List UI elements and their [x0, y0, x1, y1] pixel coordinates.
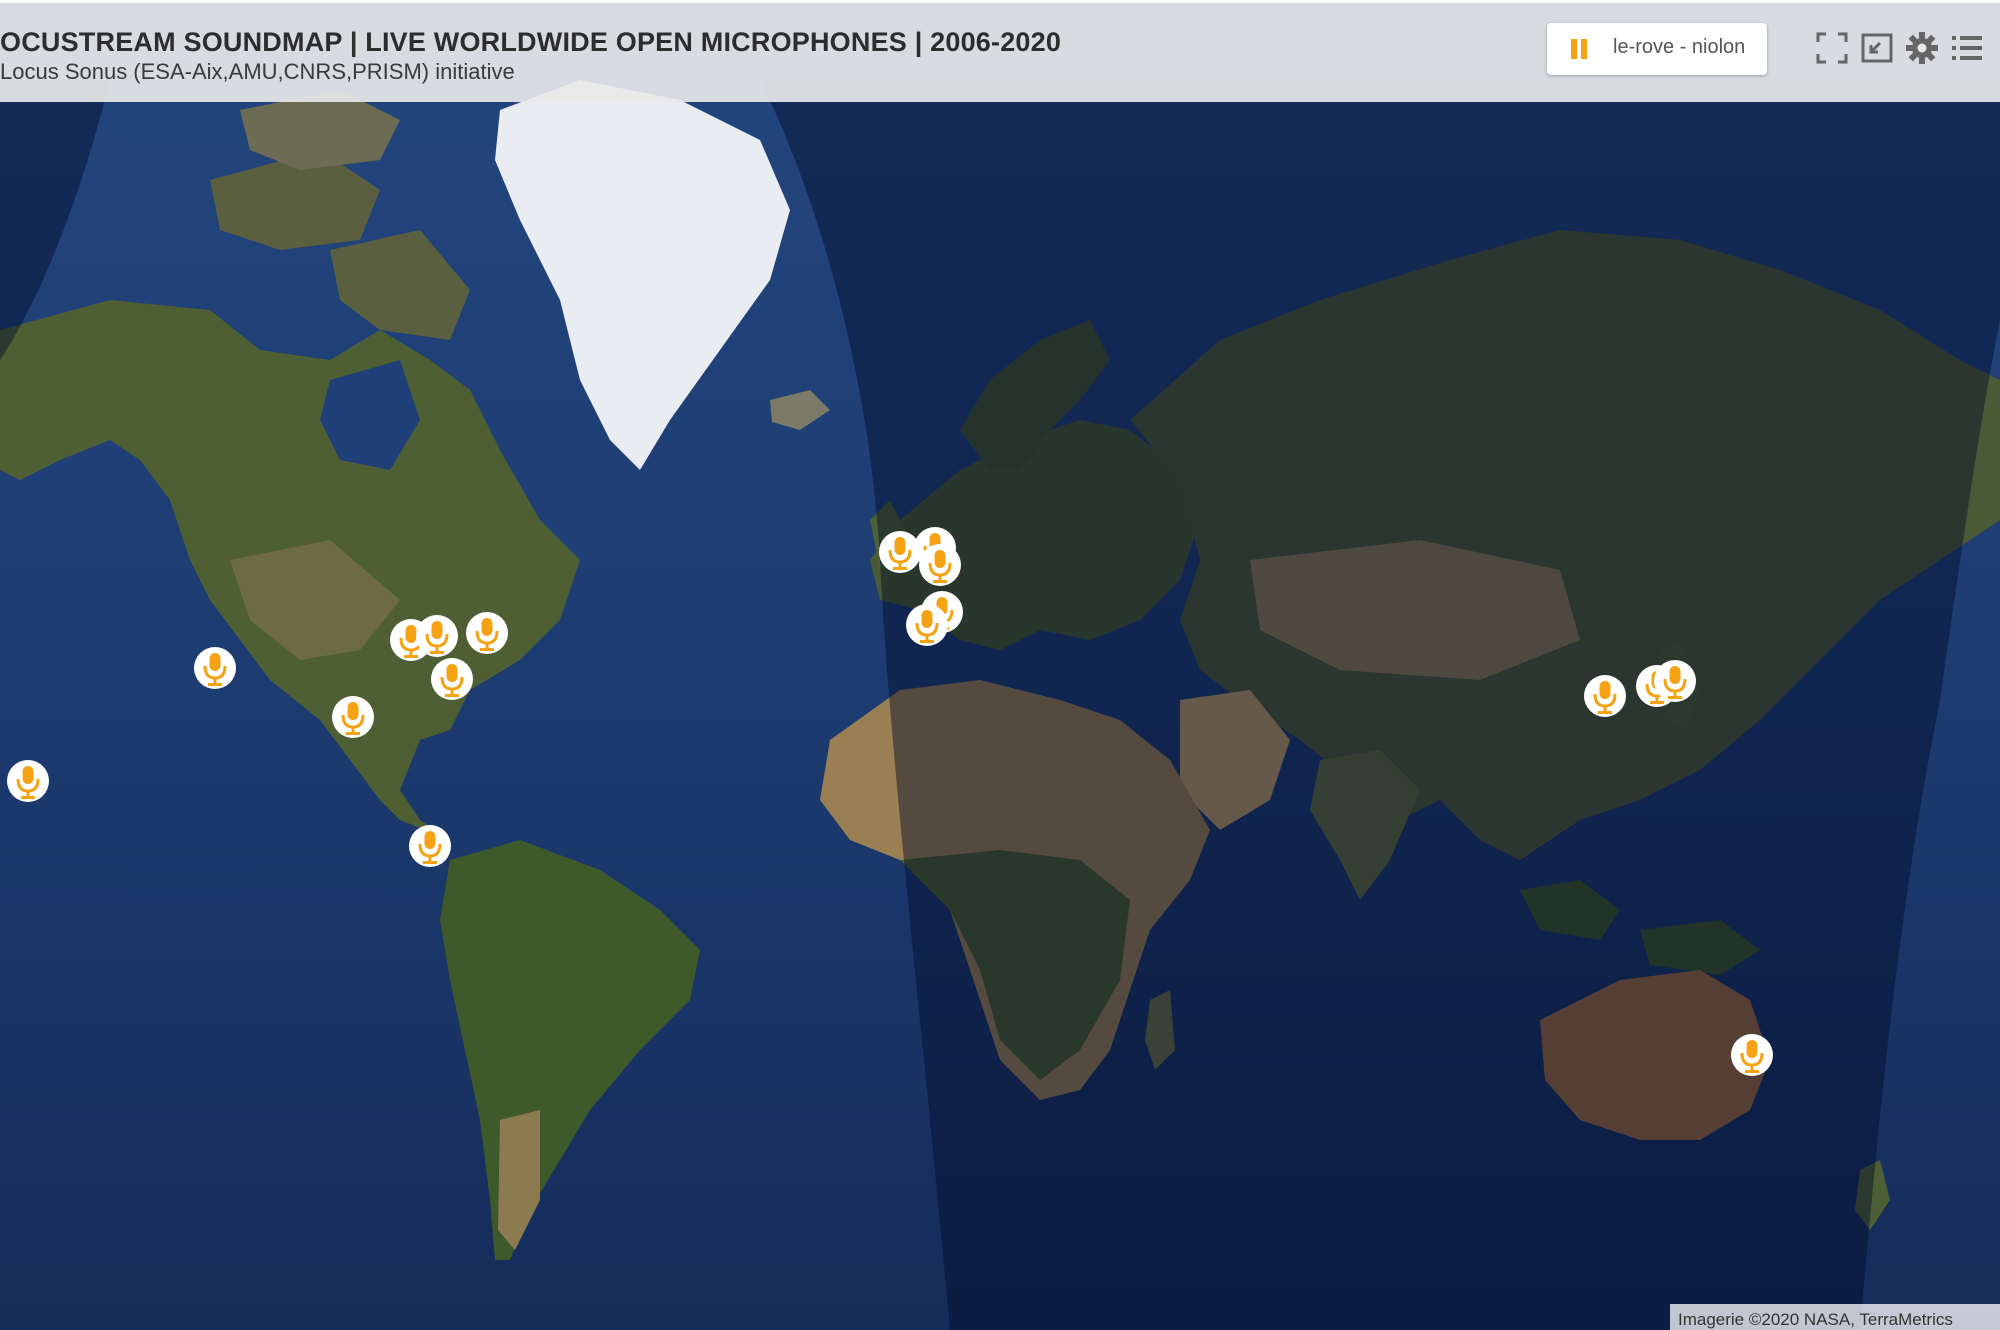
- mic-marker[interactable]: [407, 823, 453, 869]
- mic-marker[interactable]: [414, 613, 460, 659]
- page-title: OCUSTREAM SOUNDMAP | LIVE WORLDWIDE OPEN…: [0, 27, 1062, 57]
- mic-marker[interactable]: [1582, 673, 1628, 719]
- pause-icon[interactable]: [1569, 39, 1589, 59]
- now-playing-player[interactable]: le-rove - niolon: [1547, 23, 1767, 75]
- mic-marker[interactable]: [330, 694, 376, 740]
- mic-marker[interactable]: [904, 602, 950, 648]
- mic-marker[interactable]: [917, 542, 963, 588]
- mic-marker[interactable]: [429, 656, 475, 702]
- now-playing-label: le-rove - niolon: [1613, 36, 1746, 58]
- exit-window-icon[interactable]: [1860, 31, 1894, 65]
- header-bar: OCUSTREAM SOUNDMAP | LIVE WORLDWIDE OPEN…: [0, 0, 2000, 102]
- map-attribution: Imagerie ©2020 NASA, TerraMetrics: [1670, 1304, 2000, 1330]
- mic-marker[interactable]: [1652, 658, 1698, 704]
- mic-marker[interactable]: [192, 645, 238, 691]
- night-shadow: [760, 80, 2000, 1330]
- mic-marker[interactable]: [1729, 1032, 1775, 1078]
- list-icon[interactable]: [1950, 31, 1984, 65]
- fullscreen-icon[interactable]: [1815, 31, 1849, 65]
- mic-marker[interactable]: [5, 758, 51, 804]
- page-subtitle: Locus Sonus (ESA-Aix,AMU,CNRS,PRISM) ini…: [0, 59, 515, 84]
- gear-icon[interactable]: [1905, 31, 1939, 65]
- mic-marker[interactable]: [464, 610, 510, 656]
- world-map[interactable]: [0, 0, 2000, 1330]
